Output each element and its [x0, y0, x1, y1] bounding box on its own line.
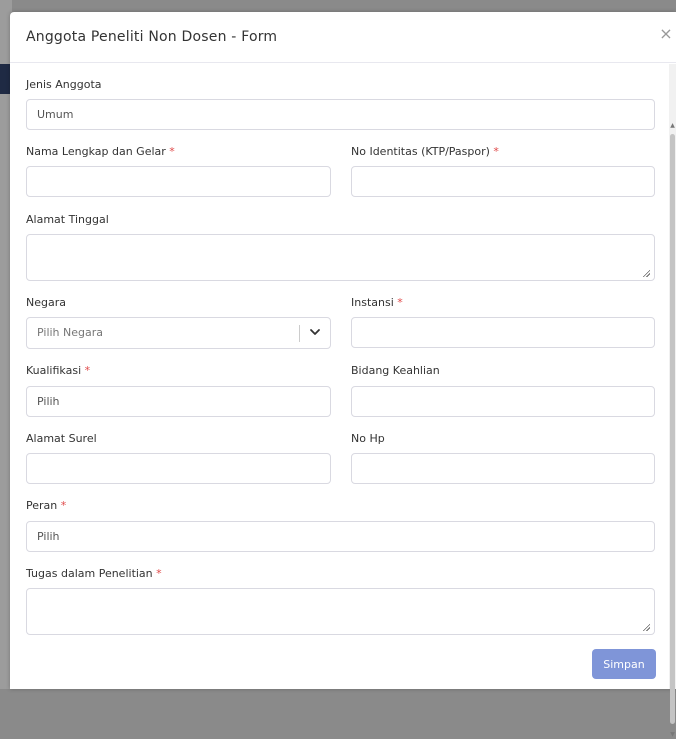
- jenis-anggota-field[interactable]: Umum: [26, 99, 655, 130]
- required-mark: *: [493, 145, 499, 158]
- no-hp-input[interactable]: [351, 453, 655, 484]
- member-form-modal: Anggota Peneliti Non Dosen - Form × ▲ ▼ …: [10, 12, 676, 738]
- alamat-tinggal-label: Alamat Tinggal: [26, 213, 109, 226]
- select-divider: [299, 325, 300, 342]
- resize-grip-icon[interactable]: [642, 623, 650, 631]
- modal-header: Anggota Peneliti Non Dosen - Form ×: [10, 12, 676, 63]
- required-mark: *: [84, 364, 91, 377]
- alamat-tinggal-textarea[interactable]: [26, 234, 655, 281]
- bidang-keahlian-input[interactable]: [351, 386, 655, 417]
- chevron-down-icon[interactable]: [309, 326, 321, 338]
- close-icon: ×: [659, 24, 673, 43]
- jenis-anggota-label: Jenis Anggota: [26, 78, 102, 91]
- instansi-label: Instansi *: [351, 296, 403, 309]
- no-identitas-label: No Identitas (KTP/Paspor) *: [351, 145, 499, 158]
- tugas-textarea[interactable]: [26, 588, 655, 635]
- no-identitas-input[interactable]: [351, 166, 655, 197]
- scroll-up-icon[interactable]: ▲: [669, 122, 676, 130]
- peran-value: Pilih: [37, 530, 60, 543]
- instansi-input[interactable]: [351, 317, 655, 348]
- negara-select[interactable]: Pilih Negara: [26, 317, 331, 349]
- kualifikasi-value: Pilih: [37, 395, 60, 408]
- kualifikasi-select[interactable]: Pilih: [26, 386, 331, 417]
- scroll-down-icon[interactable]: ▼: [669, 731, 676, 739]
- negara-label: Negara: [26, 296, 66, 309]
- alamat-surel-input[interactable]: [26, 453, 331, 484]
- jenis-anggota-value: Umum: [37, 108, 74, 121]
- close-button[interactable]: ×: [656, 24, 676, 44]
- scrollbar[interactable]: ▲ ▼: [669, 64, 676, 738]
- required-mark: *: [169, 145, 175, 158]
- peran-label: Peran *: [26, 499, 67, 512]
- required-mark: *: [60, 499, 67, 512]
- nama-lengkap-input[interactable]: [26, 166, 331, 197]
- no-hp-label: No Hp: [351, 432, 385, 445]
- nama-lengkap-label: Nama Lengkap dan Gelar *: [26, 145, 175, 158]
- simpan-button[interactable]: Simpan: [592, 649, 656, 679]
- tugas-label: Tugas dalam Penelitian *: [26, 567, 162, 580]
- negara-placeholder: Pilih Negara: [37, 326, 104, 339]
- required-mark: *: [397, 296, 403, 309]
- peran-select[interactable]: Pilih: [26, 521, 655, 552]
- required-mark: *: [156, 567, 162, 580]
- modal-title: Anggota Peneliti Non Dosen - Form: [26, 29, 278, 45]
- scrollbar-thumb[interactable]: [670, 134, 675, 724]
- resize-grip-icon[interactable]: [642, 269, 650, 277]
- bidang-keahlian-label: Bidang Keahlian: [351, 364, 440, 377]
- alamat-surel-label: Alamat Surel: [26, 432, 97, 445]
- kualifikasi-label: Kualifikasi *: [26, 364, 91, 377]
